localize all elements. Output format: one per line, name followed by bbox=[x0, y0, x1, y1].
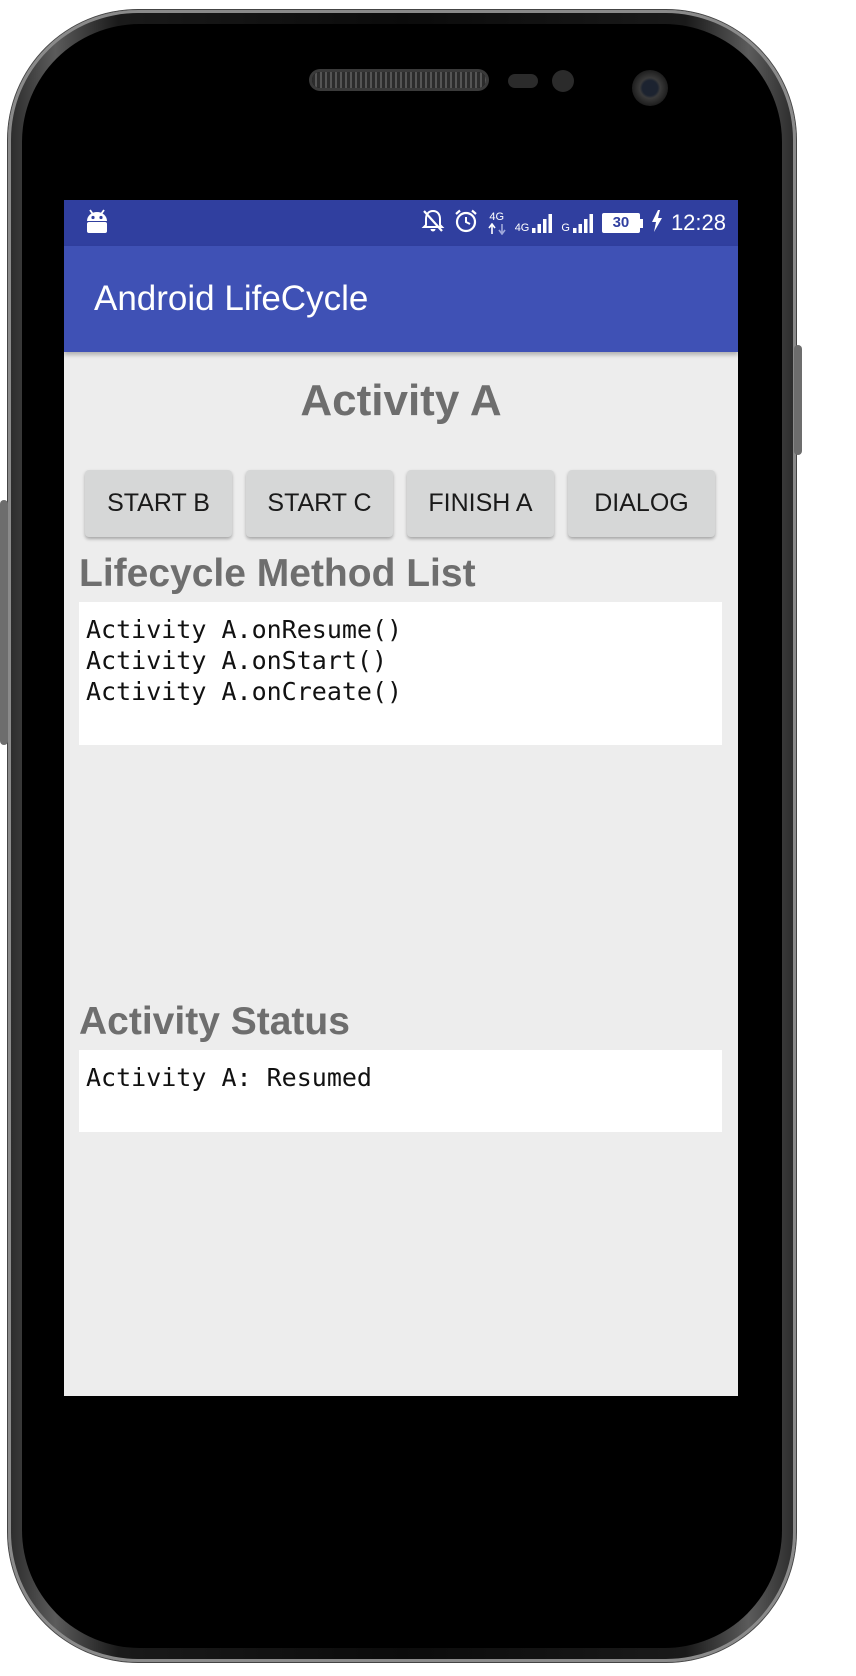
activity-status-title: Activity Status bbox=[79, 1000, 350, 1043]
lifecycle-method-list[interactable]: Activity A.onResume() Activity A.onStart… bbox=[79, 602, 722, 745]
sim1-network-label: 4G bbox=[514, 222, 530, 234]
list-item: Activity A.onStart() bbox=[86, 646, 388, 675]
lifecycle-section-title: Lifecycle Method List bbox=[79, 552, 476, 595]
alarm-icon bbox=[453, 208, 479, 238]
light-sensor bbox=[552, 70, 574, 92]
network-type-label: 4G bbox=[489, 210, 505, 223]
sim2-network-label: G bbox=[561, 222, 570, 234]
start-c-button[interactable]: START C bbox=[246, 470, 393, 537]
list-item: Activity A.onResume() bbox=[86, 615, 403, 644]
signal-sim1-icon: 4G bbox=[515, 212, 554, 234]
battery-level: 30 bbox=[612, 214, 630, 231]
action-button-row: START B START C FINISH A DIALOG bbox=[85, 470, 738, 537]
earpiece-speaker bbox=[312, 72, 486, 88]
signal-sim2-icon: G bbox=[561, 212, 594, 234]
android-robot-icon bbox=[84, 208, 110, 238]
list-item: Activity A: Resumed bbox=[86, 1063, 372, 1092]
list-item: Activity A.onCreate() bbox=[86, 677, 403, 706]
charging-bolt-icon bbox=[651, 210, 663, 236]
start-b-button[interactable]: START B bbox=[85, 470, 232, 537]
status-bar: 4G 4G G 30 12:28 bbox=[64, 200, 738, 246]
activity-title: Activity A bbox=[300, 376, 502, 425]
power-button bbox=[794, 345, 802, 455]
volume-button bbox=[0, 500, 8, 745]
proximity-sensor bbox=[508, 74, 538, 88]
finish-a-button[interactable]: FINISH A bbox=[407, 470, 554, 537]
front-camera bbox=[632, 70, 668, 106]
device-screen: 4G 4G G 30 12:28 Android LifeCycle Activ… bbox=[64, 200, 738, 1396]
data-arrows-icon: 4G bbox=[487, 210, 507, 235]
dialog-button[interactable]: DIALOG bbox=[568, 470, 715, 537]
app-toolbar: Android LifeCycle bbox=[64, 246, 738, 352]
status-time: 12:28 bbox=[670, 210, 726, 235]
notifications-off-icon bbox=[421, 208, 445, 238]
app-title: Android LifeCycle bbox=[94, 279, 369, 318]
activity-status-list[interactable]: Activity A: Resumed bbox=[79, 1050, 722, 1132]
battery-icon: 30 bbox=[601, 213, 643, 233]
